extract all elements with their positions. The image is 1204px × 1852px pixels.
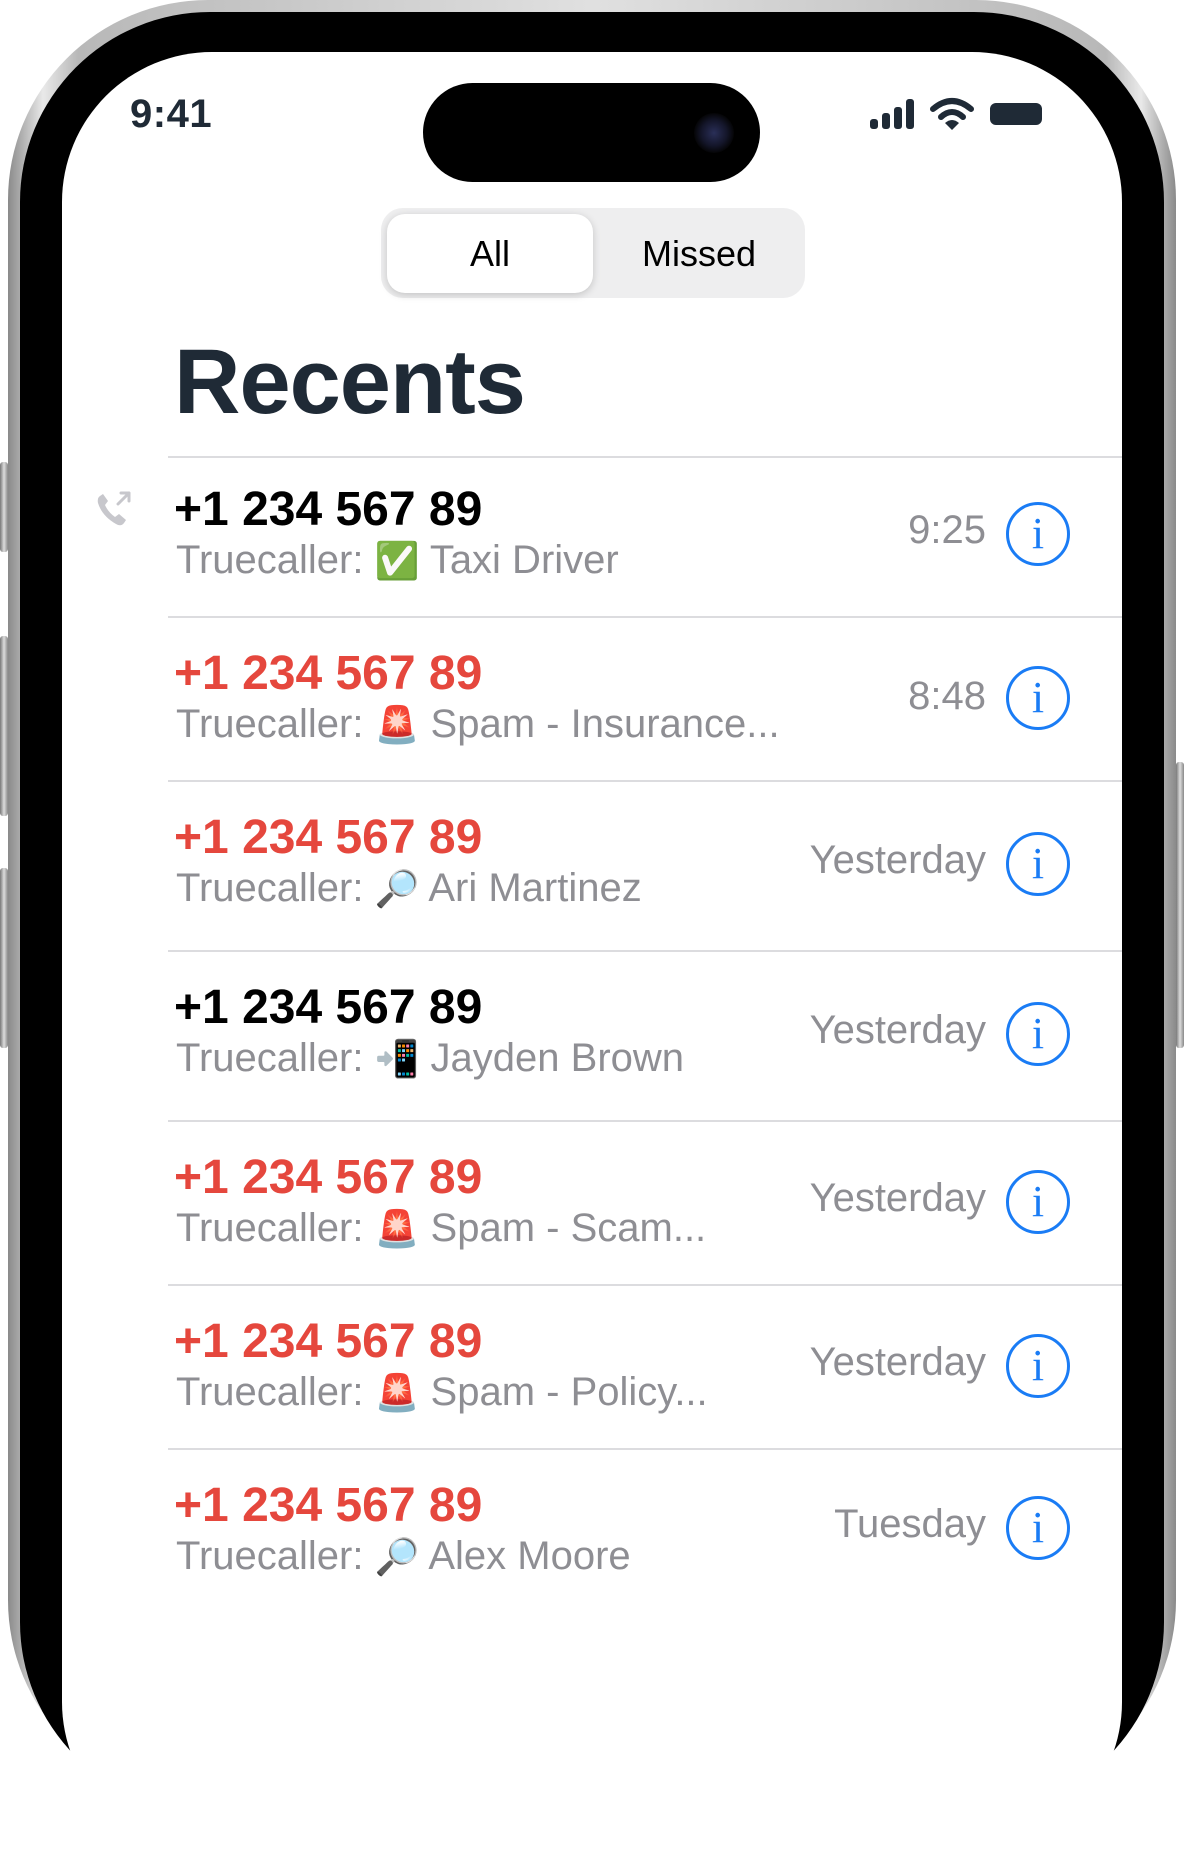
divider [168,1448,1122,1450]
wifi-icon [930,98,974,130]
caller-number: +1 234 567 89 [174,1479,483,1532]
caller-number: +1 234 567 89 [174,1151,483,1204]
call-row[interactable]: +1 234 567 89 Truecaller: ✅ Taxi Driver … [0,456,1204,616]
check-mark-icon: ✅ [374,541,420,582]
call-row[interactable]: +1 234 567 89 Truecaller: 📲 Jayden Brown… [0,950,1204,1120]
info-button[interactable]: i [1006,1334,1070,1398]
caller-number: +1 234 567 89 [174,647,483,700]
caller-id-label: Truecaller: ✅ Taxi Driver [176,538,619,583]
caller-label: Ari Martinez [428,866,642,910]
caller-label: Taxi Driver [429,538,619,582]
tab-missed[interactable]: Missed [597,214,801,293]
caller-number: +1 234 567 89 [174,483,483,536]
caller-label: Alex Moore [428,1534,631,1578]
siren-icon: 🚨 [374,1373,420,1414]
call-time: Yesterday [809,1340,986,1384]
caller-id-label: Truecaller: 🔎 Ari Martinez [176,866,642,911]
caller-id-label: Truecaller: 🚨 Spam - Scam... [176,1206,706,1251]
truecaller-prefix: Truecaller: [176,1534,364,1578]
call-time: Yesterday [809,1176,986,1220]
caller-label: Spam - Policy... [430,1370,708,1414]
truecaller-prefix: Truecaller: [176,538,364,582]
call-time: 8:48 [908,674,986,718]
truecaller-prefix: Truecaller: [176,866,364,910]
call-time: Yesterday [809,1008,986,1052]
cellular-signal-icon [870,99,914,129]
call-time: 9:25 [908,508,986,552]
caller-number: +1 234 567 89 [174,811,483,864]
siren-icon: 🚨 [374,1209,420,1250]
info-button[interactable]: i [1006,1496,1070,1560]
recents-list: +1 234 567 89 Truecaller: ✅ Taxi Driver … [0,456,1204,1618]
info-button[interactable]: i [1006,1002,1070,1066]
siren-icon: 🚨 [374,705,420,746]
call-time: Yesterday [809,838,986,882]
caller-number: +1 234 567 89 [174,1315,483,1368]
caller-label: Spam - Scam... [430,1206,707,1250]
divider [168,456,1122,458]
call-row[interactable]: +1 234 567 89 Truecaller: 🚨 Spam - Polic… [0,1284,1204,1448]
page-title: Recents [174,331,526,433]
caller-id-label: Truecaller: 🚨 Spam - Policy... [176,1370,708,1415]
magnifier-icon: 🔎 [374,1537,420,1578]
caller-id-label: Truecaller: 🚨 Spam - Insurance... [176,702,780,747]
truecaller-prefix: Truecaller: [176,1206,364,1250]
info-button[interactable]: i [1006,666,1070,730]
status-time: 9:41 [130,92,213,136]
call-time: Tuesday [834,1502,986,1546]
caller-number: +1 234 567 89 [174,981,483,1034]
magnifier-icon: 🔎 [374,869,420,910]
call-row[interactable]: +1 234 567 89 Truecaller: 🔎 Ari Martinez… [0,780,1204,950]
mobile-arrow-icon: 📲 [374,1039,420,1080]
status-icons [870,94,1042,134]
divider [168,1120,1122,1122]
call-row[interactable]: +1 234 567 89 Truecaller: 🔎 Alex Moore T… [0,1448,1204,1618]
divider [168,1284,1122,1286]
battery-icon [990,103,1042,125]
info-button[interactable]: i [1006,832,1070,896]
info-button[interactable]: i [1006,1170,1070,1234]
call-row[interactable]: +1 234 567 89 Truecaller: 🚨 Spam - Scam.… [0,1120,1204,1284]
caller-id-label: Truecaller: 🔎 Alex Moore [176,1534,631,1579]
tab-all[interactable]: All [387,214,593,293]
truecaller-prefix: Truecaller: [176,1370,364,1414]
divider [168,616,1122,618]
divider [168,780,1122,782]
dynamic-island [423,83,760,182]
caller-label: Jayden Brown [430,1036,685,1080]
caller-id-label: Truecaller: 📲 Jayden Brown [176,1036,684,1081]
front-camera-icon [694,113,734,153]
truecaller-prefix: Truecaller: [176,1036,364,1080]
caller-label: Spam - Insurance... [430,702,780,746]
divider [168,950,1122,952]
filter-segmented-control: All Missed [381,208,805,298]
info-button[interactable]: i [1006,502,1070,566]
call-row[interactable]: +1 234 567 89 Truecaller: 🚨 Spam - Insur… [0,616,1204,780]
truecaller-prefix: Truecaller: [176,702,364,746]
